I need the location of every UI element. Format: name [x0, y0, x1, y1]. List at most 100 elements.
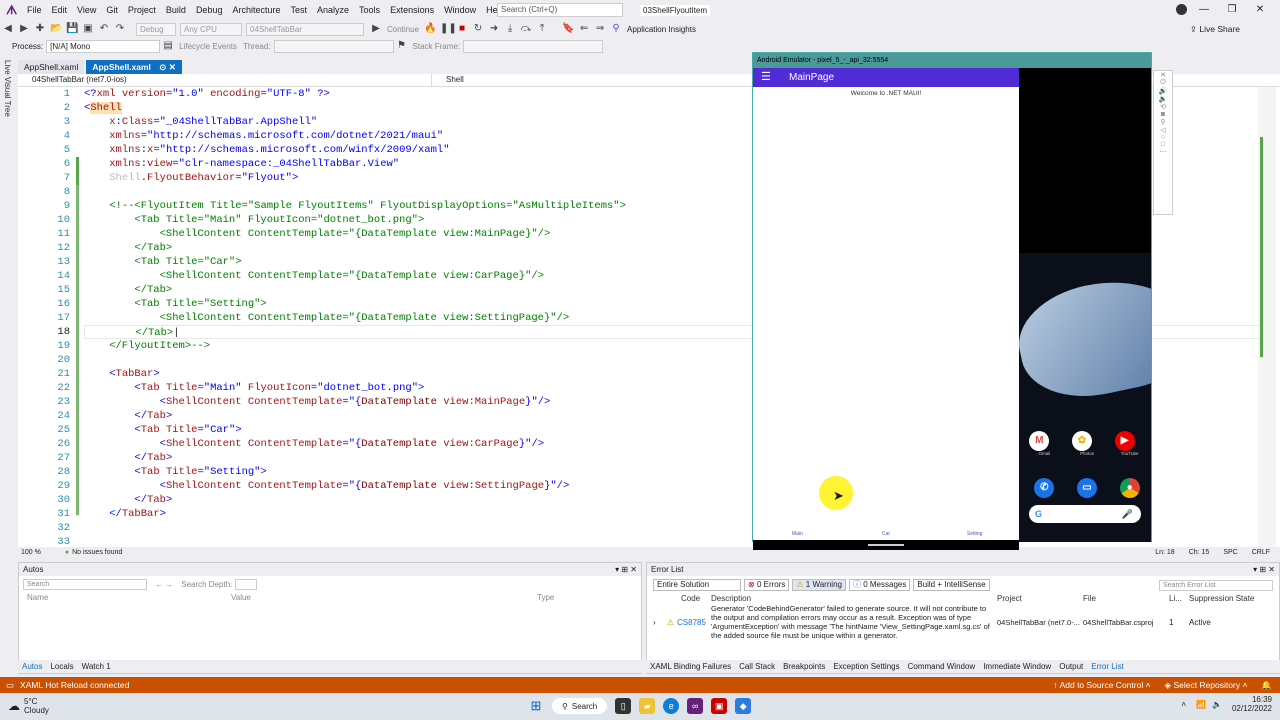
visual-studio-logo-icon[interactable]: ᗑ [6, 3, 20, 17]
panel-options-icon[interactable]: ▾ ⊞ ✕ [615, 563, 637, 576]
speaker-icon[interactable]: 🔈 [1212, 700, 1222, 709]
more-icon[interactable]: ⋯ [1154, 148, 1172, 156]
app-tab-main[interactable]: Main [753, 528, 842, 540]
warnings-filter-button[interactable]: ⚠ 1 Warning [792, 579, 846, 591]
google-search-bar[interactable]: G 🎤 [1029, 505, 1141, 523]
menu-window[interactable]: Window [439, 0, 481, 20]
live-share-button[interactable]: ⇪ Live Share [1190, 24, 1240, 35]
rotate-icon[interactable]: ⟲ [1154, 103, 1172, 111]
tab-call-stack[interactable]: Call Stack [735, 660, 779, 673]
tab-locals[interactable]: Locals [46, 660, 77, 673]
open-icon[interactable]: 📂 [50, 23, 62, 35]
tab-appshell-xaml[interactable]: AppShell.xaml [18, 60, 85, 74]
home-nav-icon[interactable]: ○ [1154, 134, 1172, 141]
panel-options-icon[interactable]: ▾ ⊞ ✕ [1253, 563, 1275, 576]
step-over-icon[interactable]: ⤼ [520, 23, 532, 35]
messages-filter-button[interactable]: ⓘ 0 Messages [848, 579, 911, 591]
tray-chevron-icon[interactable]: ˄ [1181, 700, 1186, 709]
continue-button[interactable]: Continue [387, 25, 419, 34]
stack-frame-dropdown[interactable] [463, 39, 604, 53]
show-next-statement-icon[interactable]: ➜ [488, 23, 500, 35]
android-emulator-window[interactable]: Android Emulator - pixel_5_-_api_32:5554… [752, 52, 1152, 550]
tab-appshell-xaml-active[interactable]: AppShell.xaml ⊙ ✕ [86, 60, 182, 74]
filter-icon[interactable]: ⚑ [396, 40, 408, 52]
menu-view[interactable]: View [72, 0, 101, 20]
col-type[interactable]: Type [537, 593, 554, 602]
hamburger-menu-icon[interactable]: ☰ [761, 72, 773, 83]
emulator-app-screen[interactable]: ☰ MainPage Welcome to .NET MAUI! Main Ca… [753, 68, 1019, 550]
tab-watch-1[interactable]: Watch 1 [78, 660, 115, 673]
tab-exception-settings[interactable]: Exception Settings [829, 660, 903, 673]
tab-xaml-binding-failures[interactable]: XAML Binding Failures [646, 660, 735, 673]
continue-icon[interactable]: ▶ [370, 23, 382, 35]
hot-reload-icon[interactable]: 🔥 [424, 23, 436, 35]
issues-indicator[interactable]: No issues found [72, 547, 122, 558]
error-code-link[interactable]: CS8785 [677, 618, 711, 627]
task-view-icon[interactable]: ▯ [615, 698, 632, 714]
app-tab-setting[interactable]: Setting [930, 528, 1019, 540]
power-icon[interactable]: ⏻ [1154, 79, 1172, 87]
select-repository-button[interactable]: ◈ Select Repository ˄ [1165, 677, 1248, 693]
menu-git[interactable]: Git [101, 0, 123, 20]
clock[interactable]: 16:39 02/12/2022 [1232, 695, 1272, 713]
line-ending-indicator[interactable]: CRLF [1252, 547, 1270, 558]
app-tab-car[interactable]: Car [842, 528, 931, 540]
menu-analyze[interactable]: Analyze [312, 0, 354, 20]
back-icon[interactable]: ◀ [2, 23, 14, 35]
start-icon[interactable]: ⊞ [528, 698, 544, 714]
error-list-search-input[interactable]: Search Error List [1159, 579, 1273, 591]
step-into-icon[interactable]: ⤓ [504, 23, 516, 35]
build-intellisense-dropdown[interactable]: Build + IntelliSense [913, 579, 990, 591]
whitespace-indicator[interactable]: SPC [1223, 547, 1237, 558]
weather-widget[interactable]: ☁ 5°C Cloudy [8, 697, 49, 715]
live-visual-tree-strip[interactable]: Live Visual Tree [0, 56, 16, 546]
col-suppression[interactable]: Suppression State [1189, 594, 1254, 603]
close-icon[interactable]: ✕ [1246, 0, 1274, 20]
zoom-icon[interactable]: ⚲ [1154, 118, 1172, 126]
scope-dropdown[interactable]: Entire Solution [653, 579, 741, 591]
lightbulb-icon[interactable]: ⚲ [610, 23, 622, 35]
close-tab-icon[interactable]: ✕ [169, 62, 176, 72]
save-all-icon[interactable]: ▣ [82, 23, 94, 35]
col-value[interactable]: Value [231, 593, 537, 602]
volume-down-icon[interactable]: 🔉 [1154, 95, 1172, 103]
add-source-control-button[interactable]: ↑ Add to Source Control ˄ [1053, 677, 1150, 693]
break-all-icon[interactable]: ❚❚ [440, 23, 457, 35]
tab-output[interactable]: Output [1055, 660, 1087, 673]
gmail-app[interactable]: M Gmail [1029, 431, 1059, 456]
bookmark-icon[interactable]: 🔖 [562, 23, 574, 35]
stop-icon[interactable]: ■ [456, 23, 468, 35]
col-code[interactable]: Code [653, 594, 711, 603]
menu-file[interactable]: File [22, 0, 47, 20]
maximize-icon[interactable]: ❐ [1218, 0, 1246, 20]
forward-icon[interactable]: ▶ [18, 23, 30, 35]
youtube-app[interactable]: ▶ YouTube [1114, 431, 1145, 456]
visual-studio-icon[interactable]: ∞ [687, 698, 704, 714]
autos-search-input[interactable]: Search [23, 579, 147, 590]
file-explorer-icon[interactable]: ▰ [639, 698, 656, 714]
expand-icon[interactable]: › [653, 618, 667, 627]
prev-bookmark-icon[interactable]: ⇐ [578, 23, 590, 35]
tab-breakpoints[interactable]: Breakpoints [779, 660, 829, 673]
editor-scrollbar[interactable] [1258, 87, 1276, 547]
tab-command-window[interactable]: Command Window [904, 660, 980, 673]
camera-icon[interactable]: ◙ [1154, 111, 1172, 118]
platform-dropdown[interactable]: Any CPU [180, 22, 242, 36]
col-name[interactable]: Name [27, 593, 231, 602]
col-project[interactable]: Project [997, 594, 1083, 603]
back-nav-icon[interactable]: ◁ [1154, 126, 1172, 134]
menu-extensions[interactable]: Extensions [385, 0, 439, 20]
hot-reload-status[interactable]: XAML Hot Reload connected [20, 677, 129, 693]
search-depth-dropdown[interactable] [235, 579, 258, 590]
back-icon[interactable]: ← → [155, 580, 173, 589]
errors-filter-button[interactable]: ⊗ 0 Errors [744, 579, 790, 591]
menu-debug[interactable]: Debug [191, 0, 228, 20]
redo-icon[interactable]: ↷ [114, 23, 126, 35]
member-dropdown[interactable]: Shell [432, 74, 464, 86]
col-file[interactable]: File [1083, 594, 1169, 603]
zoom-level[interactable]: 100 % [21, 547, 41, 558]
tab-autos[interactable]: Autos [18, 660, 46, 673]
search-input[interactable]: Search (Ctrl+Q) [497, 3, 623, 17]
avatar[interactable] [1176, 4, 1187, 15]
thread-dropdown[interactable] [273, 39, 394, 53]
